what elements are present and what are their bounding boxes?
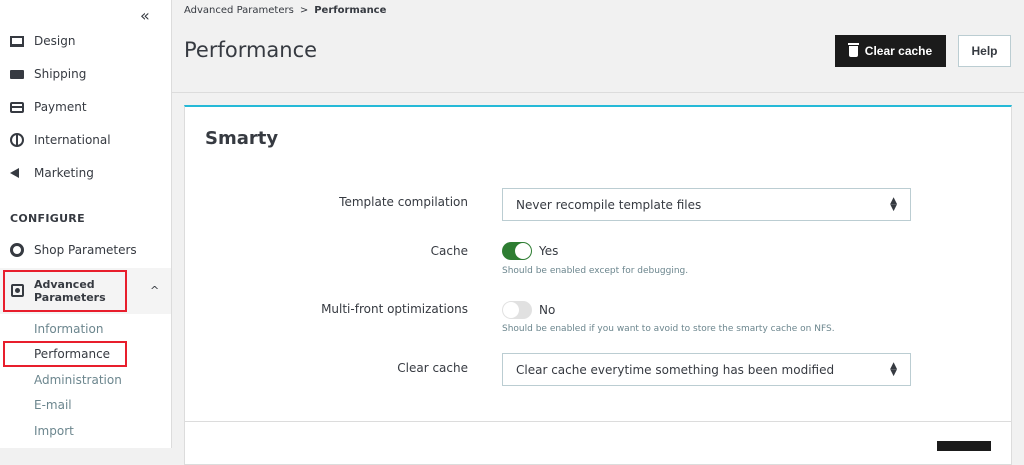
sidebar: « Design Shipping Payment International …	[0, 0, 172, 448]
multi-front-state: No	[539, 303, 556, 317]
highlight-box	[3, 341, 127, 367]
smarty-card	[184, 105, 1012, 465]
help-button[interactable]: Help	[958, 35, 1011, 67]
breadcrumb-current: Performance	[314, 5, 387, 16]
page-title: Performance	[184, 38, 318, 62]
toggle-knob	[503, 302, 519, 318]
multi-front-toggle[interactable]	[502, 301, 532, 319]
card-title: Smarty	[205, 128, 279, 149]
clear-cache-button[interactable]: Clear cache	[835, 35, 946, 67]
highlight-box	[3, 270, 127, 312]
clear-cache-field-label: Clear cache	[397, 361, 468, 375]
sidebar-item-label: Payment	[34, 100, 87, 114]
section-title-configure: CONFIGURE	[10, 212, 85, 225]
sidebar-item-payment[interactable]: Payment	[10, 100, 87, 114]
sidebar-item-label: Shop Parameters	[34, 243, 137, 257]
megaphone-icon	[10, 168, 19, 178]
sidebar-subitem-email[interactable]: E-mail	[34, 398, 72, 412]
chevron-up-icon[interactable]: ^	[150, 284, 159, 297]
save-button[interactable]	[937, 441, 991, 451]
select-arrows-icon: ▲ ▼	[890, 360, 897, 378]
multi-front-label: Multi-front optimizations	[321, 302, 468, 316]
sidebar-item-label: Design	[34, 34, 76, 48]
globe-icon	[10, 133, 24, 147]
breadcrumb-separator: >	[299, 5, 309, 16]
sidebar-item-marketing[interactable]: Marketing	[10, 166, 94, 180]
divider	[172, 92, 1024, 93]
sidebar-item-design[interactable]: Design	[10, 34, 75, 48]
desktop-icon	[10, 35, 24, 47]
gear-icon	[10, 243, 24, 257]
cache-toggle[interactable]	[502, 242, 532, 260]
template-compilation-label: Template compilation	[339, 195, 468, 209]
cache-state: Yes	[539, 244, 559, 258]
clear-cache-label: Clear cache	[864, 44, 933, 58]
sidebar-item-shop-parameters[interactable]: Shop Parameters	[10, 243, 137, 257]
sidebar-item-label: International	[34, 133, 111, 147]
breadcrumb-parent[interactable]: Advanced Parameters	[184, 5, 294, 16]
trash-icon	[847, 42, 859, 57]
toggle-knob	[515, 243, 531, 259]
select-arrows-icon: ▲ ▼	[890, 195, 897, 213]
truck-icon	[10, 69, 24, 79]
sidebar-item-label: Shipping	[34, 67, 87, 81]
breadcrumb: Advanced Parameters > Performance	[184, 5, 386, 16]
select-value: Clear cache everytime something has been…	[516, 362, 835, 377]
clear-cache-select[interactable]: Clear cache everytime something has been…	[502, 353, 911, 386]
sidebar-item-label: Marketing	[34, 166, 94, 180]
sidebar-item-international[interactable]: International	[10, 133, 111, 147]
cache-label: Cache	[430, 244, 468, 258]
sidebar-subitem-import[interactable]: Import	[34, 424, 74, 438]
cache-help: Should be enabled except for debugging.	[502, 266, 689, 276]
multi-front-help: Should be enabled if you want to avoid t…	[502, 324, 835, 334]
sidebar-subitem-administration[interactable]: Administration	[34, 373, 122, 387]
collapse-sidebar-icon[interactable]: «	[140, 6, 150, 25]
sidebar-subitem-information[interactable]: Information	[34, 322, 103, 336]
sidebar-item-shipping[interactable]: Shipping	[10, 67, 86, 81]
credit-card-icon	[10, 101, 24, 113]
divider	[184, 421, 1012, 422]
select-value: Never recompile template files	[516, 197, 702, 212]
template-compilation-select[interactable]: Never recompile template files ▲ ▼	[502, 188, 911, 221]
